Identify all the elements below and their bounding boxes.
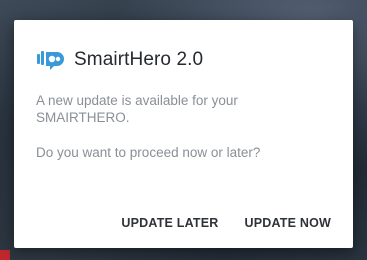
smairthero-logo-icon xyxy=(36,48,66,72)
proceed-question: Do you want to proceed now or later? xyxy=(36,145,261,160)
dialog-header: SmairtHero 2.0 xyxy=(36,46,331,74)
dialog-title: SmairtHero 2.0 xyxy=(74,49,204,70)
background-red-marker xyxy=(0,250,10,260)
update-now-button[interactable]: UPDATE NOW xyxy=(245,216,332,230)
dialog-actions: UPDATE LATER UPDATE NOW xyxy=(121,216,331,230)
update-message: A new update is available for your SMAIR… xyxy=(36,93,238,125)
update-dialog: SmairtHero 2.0 A new update is available… xyxy=(14,20,353,248)
update-later-button[interactable]: UPDATE LATER xyxy=(121,216,218,230)
